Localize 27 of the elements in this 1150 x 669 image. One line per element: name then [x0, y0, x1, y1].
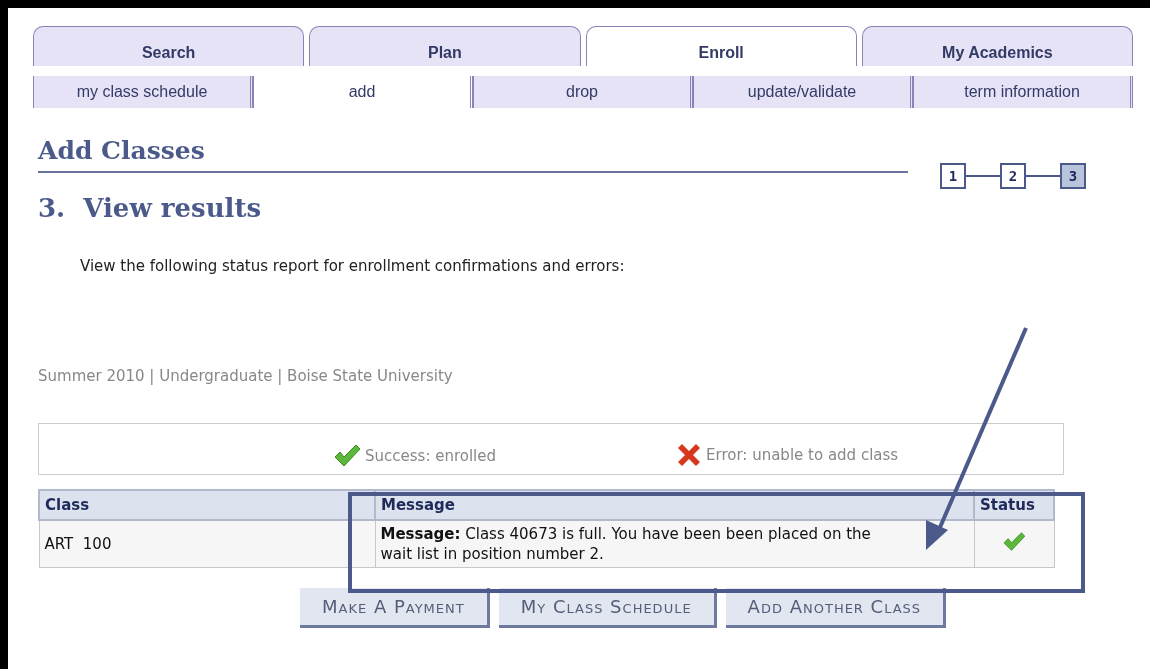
- tab[interactable]: Search: [33, 26, 305, 66]
- table-cell: ART 100: [39, 520, 375, 568]
- action-button[interactable]: Make A Payment: [300, 588, 490, 628]
- subtab[interactable]: drop: [473, 76, 693, 108]
- step-indicator: 1: [940, 163, 966, 189]
- check-icon: [333, 444, 361, 468]
- subtab[interactable]: update/validate: [693, 76, 913, 108]
- subtab[interactable]: my class schedule: [33, 76, 253, 108]
- step-title: 3. View results: [38, 193, 263, 223]
- action-button[interactable]: My Class Schedule: [498, 588, 717, 628]
- tab[interactable]: My Academics: [861, 26, 1133, 66]
- subtab[interactable]: term information: [913, 76, 1133, 108]
- table-cell: Message: Class 40673 is full. You have been been placed on the wait list in position number 2.: [375, 520, 974, 568]
- cross-icon: [676, 442, 703, 468]
- term-info: Summer 2010 | Undergraduate | Boise State University: [38, 367, 454, 385]
- legend-label: Success: enrolled: [365, 447, 497, 465]
- page-title: Add Classes: [38, 136, 908, 173]
- instructions: View the following status report for enrollment confirmations and errors:: [80, 257, 626, 275]
- check-icon: [1002, 532, 1026, 552]
- tab[interactable]: Enroll: [585, 26, 857, 66]
- legend-label: Error: unable to add class: [706, 446, 899, 464]
- column-header: Class: [39, 490, 375, 520]
- action-button[interactable]: Add Another Class: [725, 588, 947, 628]
- step-indicator: 3: [1060, 163, 1086, 189]
- tab[interactable]: Plan: [309, 26, 581, 66]
- step-indicator: 2: [1000, 163, 1026, 189]
- subtab[interactable]: add: [253, 76, 473, 108]
